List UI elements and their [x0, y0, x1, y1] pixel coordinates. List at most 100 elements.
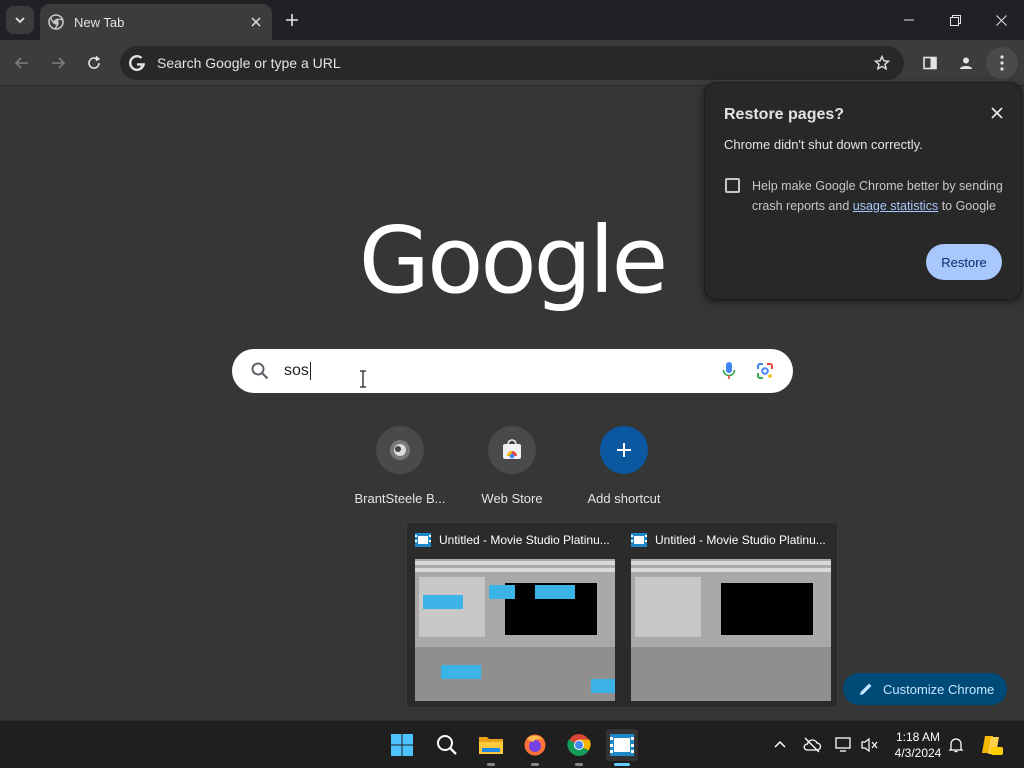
close-icon	[995, 14, 1007, 26]
arrow-right-icon	[52, 57, 66, 69]
chrome-icon	[567, 734, 591, 756]
chevron-down-icon	[15, 17, 25, 24]
shortcut-label: BrantSteele B...	[354, 491, 446, 506]
pencil-icon	[859, 682, 873, 696]
cloud-offline-icon	[803, 737, 822, 753]
help-text: Help make Google Chrome better by sendin…	[752, 176, 1012, 216]
minimize-icon	[904, 19, 914, 21]
menu-button[interactable]	[986, 47, 1018, 79]
minimize-button[interactable]	[886, 0, 932, 40]
microphone-icon[interactable]	[717, 359, 741, 383]
dialog-message: Chrome didn't shut down correctly.	[724, 137, 923, 152]
shortcut-label: Add shortcut	[587, 491, 661, 506]
search-input[interactable]: sos	[284, 361, 705, 380]
tab-search-button[interactable]	[6, 6, 34, 34]
shortcut-web-store[interactable]: Web Store	[456, 426, 568, 506]
preview-title: Untitled - Movie Studio Platinu...	[655, 533, 826, 547]
profile-button[interactable]	[950, 47, 982, 79]
plus-icon	[286, 14, 298, 26]
movie-studio-button[interactable]	[606, 729, 638, 766]
reload-icon	[88, 55, 101, 69]
close-window-button[interactable]	[978, 0, 1024, 40]
search-icon	[250, 361, 270, 381]
copilot-icon	[982, 736, 1003, 755]
help-text-after: to Google	[938, 199, 996, 213]
text-cursor-icon	[360, 370, 366, 388]
customize-chrome-button[interactable]: Customize Chrome	[843, 673, 1007, 705]
chrome-button[interactable]	[563, 729, 595, 766]
windows-logo-icon	[391, 734, 413, 756]
customize-chrome-label: Customize Chrome	[883, 681, 995, 697]
avatar-icon	[960, 57, 972, 69]
volume-button[interactable]	[858, 733, 882, 757]
volume-muted-icon	[861, 737, 878, 753]
windows-taskbar: 1:18 AM 4/3/2024	[0, 720, 1024, 768]
search-button[interactable]	[431, 729, 463, 761]
arrow-left-icon	[14, 57, 28, 69]
omnibox-placeholder: Search Google or type a URL	[157, 55, 341, 71]
crash-reports-checkbox[interactable]	[725, 178, 740, 193]
system-clock[interactable]: 1:18 AM 4/3/2024	[884, 729, 952, 761]
taskbar-window-preview: Untitled - Movie Studio Platinu... Untit…	[406, 522, 838, 708]
shortcut-tile	[488, 426, 536, 474]
add-shortcut-button[interactable]: Add shortcut	[568, 426, 680, 506]
running-indicator	[531, 763, 539, 766]
clock-date: 4/3/2024	[894, 746, 942, 760]
google-lens-icon[interactable]	[753, 359, 777, 383]
movie-studio-icon	[610, 734, 634, 756]
notifications-button[interactable]	[944, 733, 968, 757]
restore-window-button[interactable]	[932, 0, 978, 40]
tab-title: New Tab	[74, 14, 125, 30]
preview-header: Untitled - Movie Studio Platinu...	[415, 533, 615, 547]
restore-window-icon	[949, 14, 961, 26]
search-input-value: sos	[284, 362, 309, 380]
side-panel-icon	[923, 56, 937, 70]
omnibox[interactable]: Search Google or type a URL	[120, 46, 904, 80]
ntp-search-box[interactable]: sos	[232, 349, 793, 393]
chevron-up-icon	[774, 740, 786, 748]
more-vert-icon	[1000, 55, 1004, 71]
firefox-button[interactable]	[519, 729, 551, 766]
plus-icon	[617, 443, 631, 457]
movie-studio-icon	[415, 533, 431, 547]
new-tab-button[interactable]	[280, 8, 304, 32]
restore-button[interactable]: Restore	[926, 244, 1002, 280]
onedrive-button[interactable]	[800, 733, 824, 757]
google-g-icon	[128, 54, 146, 72]
window-preview-1[interactable]: Untitled - Movie Studio Platinu...	[407, 523, 615, 709]
tab-new-tab[interactable]: New Tab	[40, 4, 272, 40]
star-icon[interactable]	[866, 47, 898, 79]
shortcut-tile	[600, 426, 648, 474]
file-explorer-button[interactable]	[475, 729, 507, 766]
usage-statistics-link[interactable]: usage statistics	[853, 199, 938, 213]
network-icon	[835, 737, 851, 752]
window-preview-2[interactable]: Untitled - Movie Studio Platinu...	[623, 523, 831, 709]
preview-title: Untitled - Movie Studio Platinu...	[439, 533, 610, 547]
reload-button[interactable]	[78, 47, 110, 79]
network-button[interactable]	[832, 733, 856, 757]
preview-header: Untitled - Movie Studio Platinu...	[631, 533, 831, 547]
search-icon	[437, 735, 457, 755]
copilot-button[interactable]	[980, 733, 1004, 757]
close-icon[interactable]	[987, 103, 1007, 123]
chrome-icon	[48, 14, 64, 30]
web-store-icon	[503, 439, 521, 459]
close-icon[interactable]	[248, 14, 264, 30]
back-button[interactable]	[6, 47, 38, 79]
site-favicon-icon	[390, 440, 410, 460]
window-thumbnail	[631, 559, 831, 701]
clock-time: 1:18 AM	[895, 730, 941, 744]
folder-icon	[479, 737, 503, 754]
forward-button[interactable]	[42, 47, 74, 79]
movie-studio-icon	[631, 533, 647, 547]
side-panel-button[interactable]	[914, 47, 946, 79]
firefox-icon	[524, 734, 546, 756]
restore-pages-dialog: Restore pages? Chrome didn't shut down c…	[704, 82, 1022, 300]
dialog-title: Restore pages?	[724, 106, 845, 123]
shortcut-brantsteele[interactable]: BrantSteele B...	[344, 426, 456, 506]
start-button[interactable]	[386, 729, 418, 761]
active-indicator	[614, 763, 630, 766]
shortcut-label: Web Store	[481, 491, 543, 506]
text-caret	[309, 361, 311, 380]
show-hidden-icons-button[interactable]	[768, 733, 792, 757]
